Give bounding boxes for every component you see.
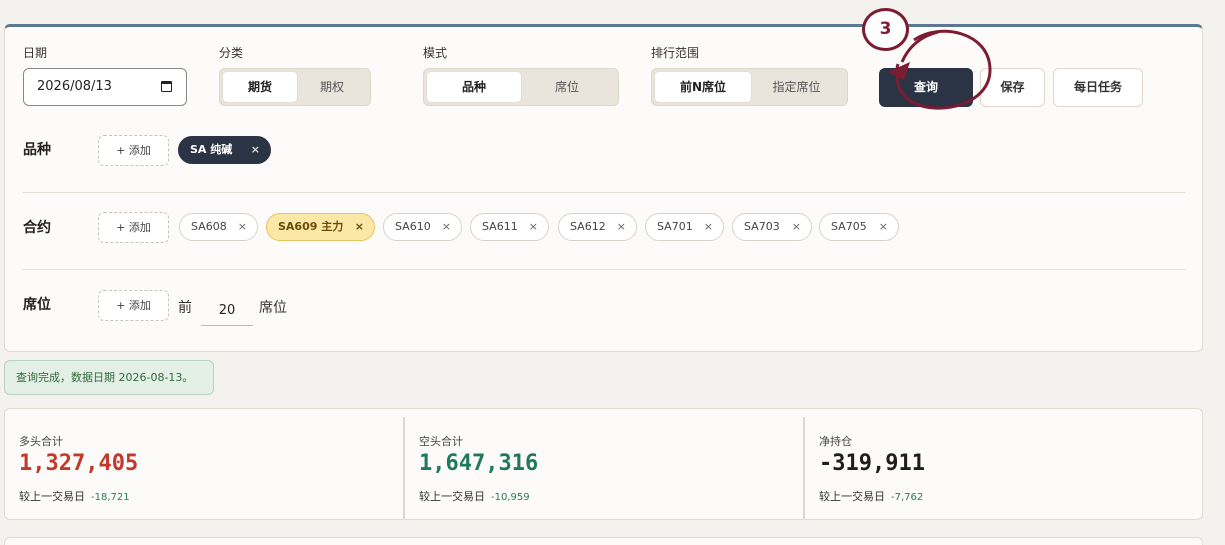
rank-topn-option[interactable]: 前N席位	[655, 72, 751, 102]
date-value: 2026/08/13	[37, 79, 112, 94]
close-icon[interactable]: ×	[251, 137, 260, 163]
close-icon[interactable]: ×	[617, 214, 626, 240]
stat-label: 净持仓	[819, 435, 852, 448]
seat-row-label: 席位	[23, 297, 51, 313]
status-message: 查询完成，数据日期 2026-08-13。	[4, 360, 214, 395]
daily-task-button[interactable]: 每日任务	[1053, 68, 1143, 107]
stat-value: 1,647,316	[419, 451, 539, 476]
contract-chip-label: SA608	[191, 220, 227, 233]
stat-change: -7,762	[891, 492, 924, 503]
contract-add-button[interactable]: + 添加	[98, 212, 169, 243]
stat-label: 空头合计	[419, 435, 463, 448]
divider	[23, 269, 1185, 270]
stat-net: 净持仓 -319,911 较上一交易日 -7,762	[805, 409, 1203, 519]
close-icon[interactable]: ×	[879, 214, 888, 240]
contract-chip-label: SA609 主力	[278, 220, 344, 233]
divider	[23, 192, 1185, 193]
stat-value: -319,911	[819, 451, 925, 476]
contract-chip[interactable]: SA703 ×	[732, 213, 812, 241]
stat-compare: 较上一交易日 -7,762	[819, 488, 923, 504]
contract-chip[interactable]: SA611 ×	[470, 213, 549, 241]
close-icon[interactable]: ×	[442, 214, 451, 240]
date-input[interactable]: 2026/08/13	[23, 68, 187, 106]
rank-specified-option[interactable]: 指定席位	[751, 72, 842, 102]
variety-chip[interactable]: SA 纯碱 ×	[178, 136, 271, 164]
category-label: 分类	[219, 46, 244, 60]
category-toggle: 期货 期权	[219, 68, 371, 106]
stats-panel: 多头合计 1,327,405 较上一交易日 -18,721 空头合计 1,647,…	[4, 408, 1203, 520]
seat-add-button[interactable]: + 添加	[98, 290, 169, 321]
contract-chip-label: SA611	[482, 220, 518, 233]
stat-label: 多头合计	[19, 435, 63, 448]
results-panel	[4, 537, 1203, 545]
contract-chip-label: SA612	[570, 220, 606, 233]
mode-label: 模式	[423, 46, 448, 60]
variety-chip-label: SA 纯碱	[190, 143, 233, 156]
seat-count-input[interactable]: 20	[201, 296, 253, 326]
stat-compare-label: 较上一交易日	[419, 490, 485, 503]
step-badge: 3	[862, 8, 909, 51]
contract-chip[interactable]: SA608 ×	[179, 213, 258, 241]
stat-compare: 较上一交易日 -18,721	[19, 488, 130, 504]
close-icon[interactable]: ×	[238, 214, 247, 240]
category-options-option[interactable]: 期权	[297, 72, 367, 102]
contract-chip-label: SA701	[657, 220, 693, 233]
stat-change: -18,721	[91, 492, 130, 503]
close-icon[interactable]: ×	[792, 214, 801, 240]
contract-chip-label: SA610	[395, 220, 431, 233]
rank-label: 排行范围	[651, 46, 700, 60]
variety-row-label: 品种	[23, 142, 51, 158]
contract-chip[interactable]: SA610 ×	[383, 213, 462, 241]
contract-chip-main[interactable]: SA609 主力 ×	[266, 213, 375, 241]
stat-short: 空头合计 1,647,316 较上一交易日 -10,959	[405, 409, 803, 519]
contract-row-label: 合约	[23, 220, 51, 236]
close-icon[interactable]: ×	[355, 214, 364, 240]
mode-toggle: 品种 席位	[423, 68, 619, 106]
variety-add-button[interactable]: + 添加	[98, 135, 169, 166]
stat-change: -10,959	[491, 492, 530, 503]
stat-value: 1,327,405	[19, 451, 139, 476]
contract-chip-label: SA705	[831, 220, 867, 233]
stat-compare-label: 较上一交易日	[19, 490, 85, 503]
query-panel: 日期 2026/08/13 分类 期货 期权 模式 品种 席位 排行范围 前N席…	[4, 24, 1203, 352]
calendar-icon[interactable]	[161, 81, 172, 92]
date-label: 日期	[23, 46, 48, 60]
mode-seat-option[interactable]: 席位	[521, 72, 613, 102]
stat-long: 多头合计 1,327,405 较上一交易日 -18,721	[5, 409, 403, 519]
seat-suffix: 席位	[259, 300, 287, 316]
contract-chip-label: SA703	[744, 220, 780, 233]
close-icon[interactable]: ×	[704, 214, 713, 240]
stat-compare: 较上一交易日 -10,959	[419, 488, 530, 504]
stat-compare-label: 较上一交易日	[819, 490, 885, 503]
contract-chip[interactable]: SA612 ×	[558, 213, 637, 241]
rank-toggle: 前N席位 指定席位	[651, 68, 848, 106]
mode-variety-option[interactable]: 品种	[427, 72, 521, 102]
seat-prefix: 前	[178, 300, 192, 316]
category-futures-option[interactable]: 期货	[223, 72, 297, 102]
close-icon[interactable]: ×	[529, 214, 538, 240]
contract-chip[interactable]: SA705 ×	[819, 213, 899, 241]
contract-chip[interactable]: SA701 ×	[645, 213, 724, 241]
